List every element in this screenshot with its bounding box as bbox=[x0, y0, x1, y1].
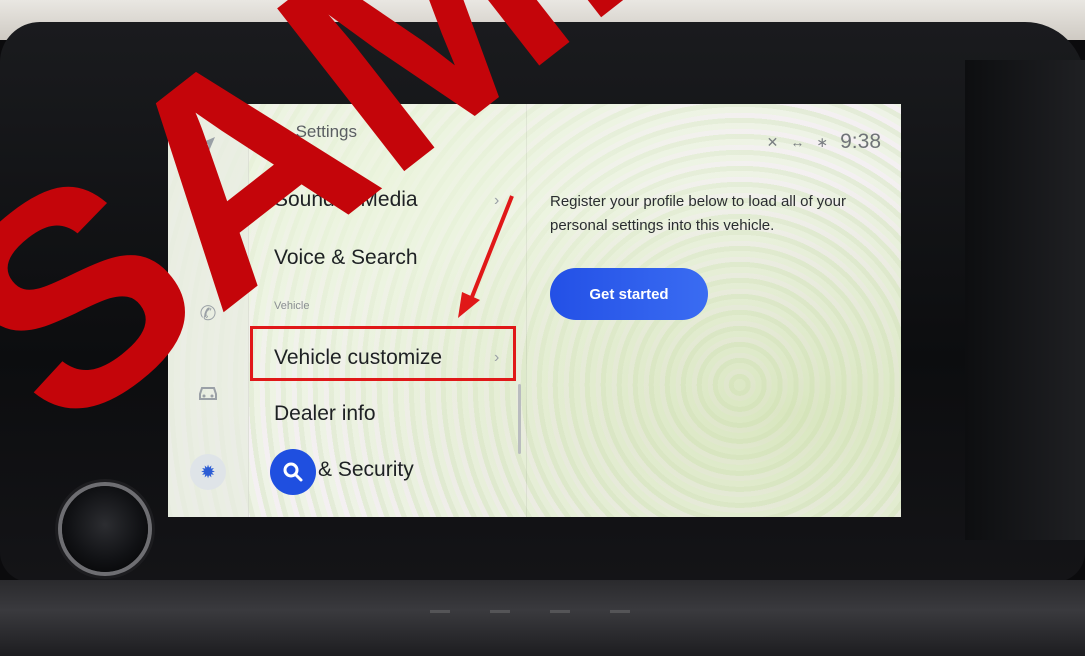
get-started-button[interactable]: Get started bbox=[550, 268, 708, 320]
pane-divider bbox=[526, 104, 527, 517]
app-rail: ♫ ✆ ✹ bbox=[168, 104, 249, 517]
connection-icon: ↔ bbox=[790, 134, 805, 150]
settings-header: ✹ Settings bbox=[273, 122, 357, 142]
list-scrollbar[interactable] bbox=[518, 384, 521, 454]
phone-icon[interactable]: ✆ bbox=[196, 302, 220, 326]
no-signal-icon: ✕ bbox=[766, 133, 779, 150]
clock: 9:38 bbox=[840, 130, 881, 153]
car-icon[interactable] bbox=[196, 384, 220, 408]
sound-media-item[interactable]: Sound & Media bbox=[274, 188, 418, 212]
settings-title: Settings bbox=[295, 122, 358, 141]
music-icon[interactable]: ♫ bbox=[196, 220, 220, 244]
search-button[interactable] bbox=[270, 449, 316, 495]
security-item[interactable]: & Security bbox=[318, 458, 414, 482]
navigation-icon[interactable] bbox=[196, 134, 220, 158]
profile-description: Register your profile below to load all … bbox=[550, 193, 846, 234]
infotainment-screen: ♫ ✆ ✹ ✹ Settings Sound & Media › Voice &… bbox=[168, 104, 901, 517]
volume-knob[interactable] bbox=[62, 486, 148, 572]
voice-search-item[interactable]: Voice & Search bbox=[274, 246, 418, 270]
bluetooth-icon: ∗ bbox=[816, 133, 829, 150]
search-icon bbox=[283, 462, 303, 482]
dashboard-buttons bbox=[430, 610, 690, 622]
vehicle-section-label: Vehicle bbox=[274, 300, 310, 312]
settings-icon[interactable]: ✹ bbox=[190, 454, 226, 490]
gear-icon: ✹ bbox=[273, 124, 286, 141]
dealer-info-item[interactable]: Dealer info bbox=[274, 402, 376, 426]
chevron-right-icon: › bbox=[494, 192, 500, 209]
bezel-side bbox=[965, 60, 1085, 540]
annotation-highlight-box bbox=[250, 326, 516, 381]
status-bar: ✕ ↔ ∗ 9:38 bbox=[767, 130, 881, 154]
